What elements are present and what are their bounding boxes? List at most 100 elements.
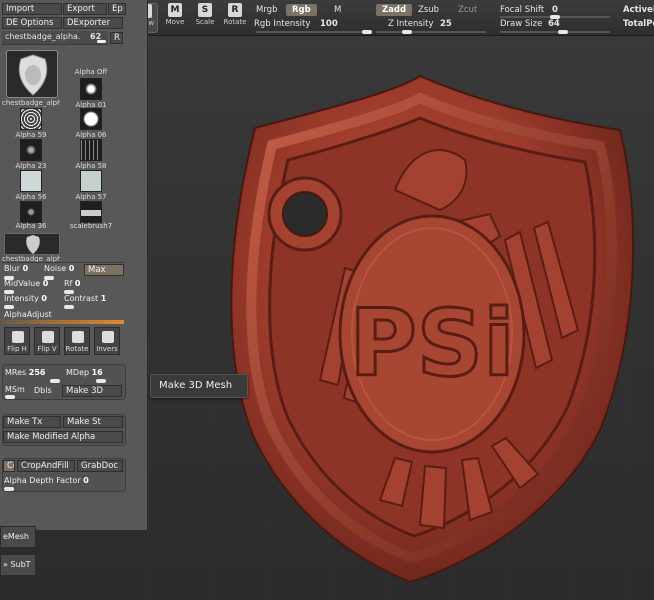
alpha-off-label[interactable]: Alpha Off: [62, 68, 120, 76]
mdep-knob[interactable]: [96, 379, 106, 383]
alpha-06-thumb[interactable]: [80, 108, 102, 130]
blur-label-text: Blur: [4, 264, 21, 273]
cc-button[interactable]: Cc: [3, 460, 15, 472]
intensity-label: Intensity 0: [4, 294, 47, 303]
z-intensity-knob[interactable]: [402, 30, 412, 34]
focal-shift-label: Focal Shift: [500, 5, 545, 15]
draw-size-knob[interactable]: [558, 30, 568, 34]
shield-alpha-icon: [18, 54, 48, 96]
midvalue-value: 0: [42, 279, 49, 288]
make-3d-button[interactable]: Make 3D: [62, 385, 122, 397]
rotate-tool-button[interactable]: R Rotate: [222, 3, 248, 33]
make-modified-alpha-button[interactable]: Make Modified Alpha: [3, 431, 123, 443]
dbls-button[interactable]: Dbls: [34, 386, 52, 395]
zcut-button[interactable]: Zcut: [458, 5, 477, 15]
subt-tab[interactable]: » SubT: [0, 554, 36, 576]
alpha-name: chestbadge_alpha.: [5, 32, 81, 41]
total-points-label: TotalPo: [623, 19, 654, 29]
mdep-label-text: MDep: [66, 368, 90, 377]
rotate-icon: R: [228, 3, 242, 17]
alpha-01-thumb[interactable]: [80, 78, 102, 100]
import-button[interactable]: Import: [2, 3, 62, 15]
scale-tool-button[interactable]: S Scale: [192, 3, 218, 33]
export-button[interactable]: Export: [63, 3, 107, 15]
rf-label-text: Rf: [64, 279, 73, 288]
midvalue-label-text: MidValue: [4, 279, 41, 288]
rotate-tool-label: Rotate: [223, 18, 247, 26]
scalebrush7-thumb[interactable]: [80, 201, 102, 223]
move-tool-label: Move: [165, 18, 185, 26]
contrast-value: 1: [100, 294, 107, 303]
alpha-59-thumb[interactable]: [20, 108, 42, 130]
badge-lettering: PSi: [349, 290, 514, 397]
msm-label[interactable]: MSm: [5, 385, 25, 394]
alpha-adjust-curve[interactable]: [2, 320, 124, 324]
alpha-58-caption: Alpha 58: [75, 162, 107, 170]
blur-label: Blur 0: [4, 264, 28, 273]
alpha-57-caption: Alpha 57: [75, 193, 107, 201]
alpha-57-thumb[interactable]: [80, 170, 102, 192]
chestbadge-alpha-thumb[interactable]: [4, 233, 60, 255]
flip-v-icon: [42, 331, 54, 343]
rotate-alpha-button[interactable]: Rotate: [64, 327, 90, 355]
mdep-label: MDep 16: [66, 368, 103, 377]
alpha-selector-slider[interactable]: chestbadge_alpha. 62: [2, 31, 108, 45]
invers-label: Invers: [96, 345, 118, 353]
midvalue-label: MidValue 0: [4, 279, 48, 288]
emesh-tab[interactable]: eMesh: [0, 526, 36, 548]
active-points-label: ActiveP: [623, 5, 654, 15]
current-alpha-preview[interactable]: [6, 50, 58, 98]
mrgb-button[interactable]: Mrgb: [256, 5, 277, 15]
rf-label: Rf 0: [64, 279, 81, 288]
mres-label: MRes 256: [5, 368, 45, 377]
rgb-button[interactable]: Rgb: [286, 4, 317, 16]
zsub-button[interactable]: Zsub: [418, 5, 439, 15]
alpha-selector-knob[interactable]: [97, 40, 106, 43]
draw-size-slider[interactable]: [500, 31, 610, 33]
z-intensity-label: Z Intensity: [388, 19, 434, 29]
alpha-23-caption: Alpha 23: [15, 162, 47, 170]
flip-h-button[interactable]: Flip H: [4, 327, 30, 355]
rgb-intensity-slider[interactable]: [256, 31, 366, 33]
mres-value: 256: [28, 368, 46, 377]
move-tool-button[interactable]: M Move: [162, 3, 188, 33]
alpha-58-thumb[interactable]: [80, 139, 102, 161]
zadd-button[interactable]: Zadd: [376, 4, 413, 16]
alpha-depth-factor-knob[interactable]: [4, 487, 14, 491]
make-st-button[interactable]: Make St: [63, 416, 123, 428]
alpha-23-thumb[interactable]: [20, 139, 42, 161]
scalebrush7-caption: scalebrush7: [69, 222, 113, 230]
crop-and-fill-button[interactable]: CropAndFill: [17, 460, 75, 472]
flip-v-button[interactable]: Flip V: [34, 327, 60, 355]
current-alpha-caption: chestbadge_alpha: [2, 99, 60, 107]
alpha-depth-factor-label: Alpha Depth Factor 0: [4, 476, 89, 485]
contrast-knob[interactable]: [64, 305, 74, 309]
intensity-knob[interactable]: [4, 305, 14, 309]
alpha-adjust-label[interactable]: AlphaAdjust: [4, 310, 52, 319]
alpha-59-caption: Alpha 59: [15, 131, 47, 139]
alpha-36-caption: Alpha 36: [15, 222, 47, 230]
invers-icon: [102, 331, 114, 343]
grab-doc-button[interactable]: GrabDoc: [77, 460, 123, 472]
msm-knob[interactable]: [5, 395, 15, 399]
alpha-56-thumb[interactable]: [20, 170, 42, 192]
max-button[interactable]: Max: [84, 264, 124, 276]
scale-tool-label: Scale: [195, 18, 215, 26]
dexporter-button[interactable]: DExporter: [63, 17, 123, 29]
invers-button[interactable]: Invers: [94, 327, 120, 355]
de-options-button[interactable]: DE Options: [2, 17, 62, 29]
rgb-intensity-knob[interactable]: [362, 30, 372, 34]
r-button[interactable]: R: [110, 32, 123, 44]
alpha-06-caption: Alpha 06: [75, 131, 107, 139]
noise-label-text: Noise: [44, 264, 67, 273]
alpha-36-thumb[interactable]: [20, 201, 42, 223]
ep-button[interactable]: Ep: [108, 3, 126, 15]
shield-small-icon: [26, 235, 40, 254]
mres-knob[interactable]: [50, 379, 60, 383]
rgb-intensity-value: 100: [320, 19, 338, 29]
m-button[interactable]: M: [334, 5, 341, 15]
make-tx-button[interactable]: Make Tx: [3, 416, 61, 428]
make-3d-mesh-tooltip: Make 3D Mesh: [150, 374, 248, 398]
contrast-label: Contrast 1: [64, 294, 106, 303]
z-intensity-slider[interactable]: [376, 31, 486, 33]
